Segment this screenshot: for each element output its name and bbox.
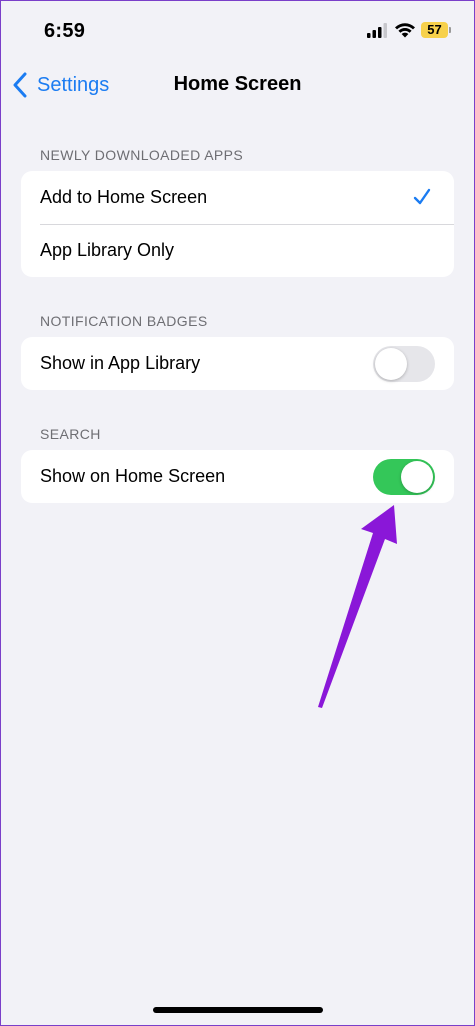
section-header-newly-downloaded: NEWLY DOWNLOADED APPS (40, 147, 244, 163)
status-bar: 6:59 57 (0, 0, 475, 60)
option-label: Add to Home Screen (40, 187, 208, 207)
wifi-icon (395, 23, 415, 38)
page-title: Home Screen (173, 73, 302, 95)
battery-nub (449, 27, 451, 33)
toggle-knob (375, 348, 407, 380)
status-time: 6:59 (44, 20, 86, 42)
option-label: App Library Only (40, 240, 175, 260)
battery-icon: 57 (421, 22, 448, 38)
show-on-home-screen-row: Show on Home Screen (21, 450, 454, 503)
search-toggle[interactable] (373, 459, 435, 495)
search-group: Show on Home Screen (21, 450, 454, 503)
show-in-app-library-toggle[interactable] (373, 346, 435, 382)
cellular-signal-icon (367, 23, 387, 38)
section-header-notification-badges: NOTIFICATION BADGES (40, 313, 208, 329)
toggle-knob (401, 461, 433, 493)
option-app-library-only[interactable]: App Library Only (21, 224, 454, 277)
arrow-shape (318, 505, 397, 708)
newly-downloaded-group: Add to Home Screen App Library Only (21, 171, 454, 277)
show-in-app-library-row: Show in App Library (21, 337, 454, 390)
row-label: Show on Home Screen (40, 466, 226, 486)
checkmark-icon (413, 188, 431, 205)
notification-badges-group: Show in App Library (21, 337, 454, 390)
section-header-search: SEARCH (40, 426, 101, 442)
option-add-to-home-screen[interactable]: Add to Home Screen (21, 171, 454, 224)
home-indicator (153, 1007, 323, 1013)
row-label: Show in App Library (40, 353, 201, 373)
